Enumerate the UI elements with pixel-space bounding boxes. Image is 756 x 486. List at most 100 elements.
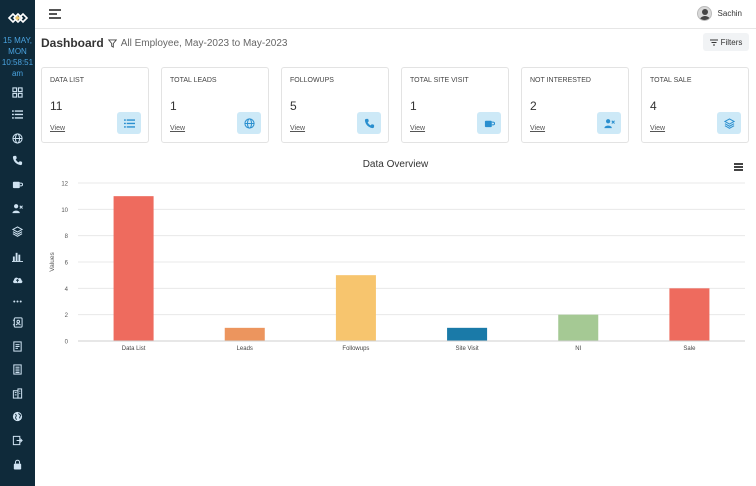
y-tick-label: 4 [65,287,69,293]
menu-toggle-button[interactable] [49,9,61,19]
sidebar-item-not-interested[interactable] [10,201,24,215]
stat-card-icon-button[interactable] [597,112,621,134]
bar-chart-icon [11,252,23,262]
stat-card-icon-button[interactable] [477,112,501,134]
brand-logo[interactable] [4,9,31,27]
stat-card-value: 11 [50,99,63,113]
sidebar-item-website[interactable] [10,409,24,423]
avatar [696,6,712,21]
sidebar-item-leads[interactable] [10,131,24,145]
coffee-icon [484,120,495,127]
layers-icon [723,117,735,129]
sidebar: 15 MAY, MON 10:58:51 am [0,0,35,486]
sidebar-item-documents[interactable] [10,339,24,353]
datetime-date: 15 MAY, [2,36,33,45]
sidebar-item-reports[interactable] [10,249,24,263]
stat-card-view-link[interactable]: View [530,125,545,132]
stat-card-view-link[interactable]: View [650,125,665,132]
chart-plot-area: 0 2 4 6 8 10 12 Values Data List Leads Followups Si… [49,182,745,352]
y-tick-label: 12 [61,182,68,188]
bar-followups [335,275,376,341]
sidebar-item-export[interactable] [10,433,24,447]
top-bar: Sachin [35,0,756,29]
filter-icon [107,38,117,48]
stat-card-not-interested: NOT INTERESTED 2 View [521,67,629,143]
bar-data-list [113,196,154,341]
cloud-upload-icon [12,277,22,283]
grid-icon [11,86,23,98]
x-tick-label: Data List [122,346,146,352]
sidebar-item-site-visit[interactable] [10,177,24,191]
sidebar-item-lock[interactable] [10,457,24,471]
stat-card-view-link[interactable]: View [290,125,305,132]
stat-card-value: 1 [410,99,417,113]
chart-menu-button[interactable] [734,163,743,171]
page-header: Dashboard All Employee, May-2023 to May-… [41,36,287,50]
globe-alt-icon [12,411,22,421]
sidebar-item-followups[interactable] [10,153,24,167]
bar-sale [669,288,710,341]
stat-card-data-list: DATA LIST 11 View [41,67,149,143]
building-icon [12,387,22,399]
stat-card-label: FOLLOWUPS [290,77,334,84]
y-tick-label: 10 [61,208,68,214]
sidebar-item-upload[interactable] [10,272,24,286]
sidebar-item-sale[interactable] [10,224,24,238]
phone-icon [12,155,22,165]
filter-lines-icon [709,39,718,45]
stat-card-label: DATA LIST [50,77,84,84]
stat-card-followups: FOLLOWUPS 5 View [281,67,389,143]
globe-icon [11,132,23,144]
datetime-day: MON [8,47,27,56]
stat-card-view-link[interactable]: View [50,125,65,132]
stat-card-icon-button[interactable] [717,112,741,134]
y-tick-label: 0 [65,340,69,346]
page-subtitle: All Employee, May-2023 to May-2023 [120,37,288,49]
bar-leads [224,327,265,341]
y-tick-label: 2 [65,313,69,319]
report-icon [12,363,22,375]
stat-card-icon-button[interactable] [237,112,261,134]
sidebar-item-property[interactable] [10,386,24,400]
x-tick-label: Leads [237,346,253,352]
more-icon [12,299,22,303]
stat-card-view-link[interactable]: View [170,125,185,132]
stat-card-value: 1 [170,99,177,113]
filters-button[interactable]: Filters [703,33,749,51]
stat-card-total-sale: TOTAL SALE 4 View [641,67,749,143]
stat-card-icon-button[interactable] [357,112,381,134]
stat-card-value: 4 [650,99,657,113]
stat-card-label: TOTAL SITE VISIT [410,77,469,84]
stat-card-label: TOTAL SALE [650,77,692,84]
sidebar-item-contacts[interactable] [10,315,24,329]
current-datetime: 15 MAY, MON 10:58:51 am [0,35,35,79]
user-menu[interactable]: Sachin [696,6,742,21]
list-icon [123,118,135,128]
user-x-icon [11,203,23,213]
x-tick-label: Followups [342,346,369,352]
globe-icon [243,117,255,129]
stat-card-view-link[interactable]: View [410,125,425,132]
stat-card-value: 2 [530,99,537,113]
stat-card-total-leads: TOTAL LEADS 1 View [161,67,269,143]
y-tick-label: 8 [65,234,69,240]
user-name: Sachin [717,9,742,18]
document-icon [12,340,22,352]
stat-card-total-site-visit: TOTAL SITE VISIT 1 View [401,67,509,143]
x-tick-label: Sale [683,346,696,352]
chart-title: Data Overview [362,159,429,170]
stat-card-label: NOT INTERESTED [530,77,591,84]
list-icon [11,109,23,119]
y-axis-label: Values [49,252,56,272]
sidebar-item-grid[interactable] [10,85,24,99]
menu-icon [734,163,743,165]
sidebar-item-more[interactable] [10,294,24,308]
export-icon [12,435,23,445]
y-tick-label: 6 [65,261,69,267]
stat-card-icon-button[interactable] [117,112,141,134]
coffee-icon [12,181,23,188]
sidebar-item-list[interactable] [10,107,24,121]
phone-icon [364,118,374,128]
sidebar-item-report[interactable] [10,362,24,376]
user-x-icon [603,118,615,128]
